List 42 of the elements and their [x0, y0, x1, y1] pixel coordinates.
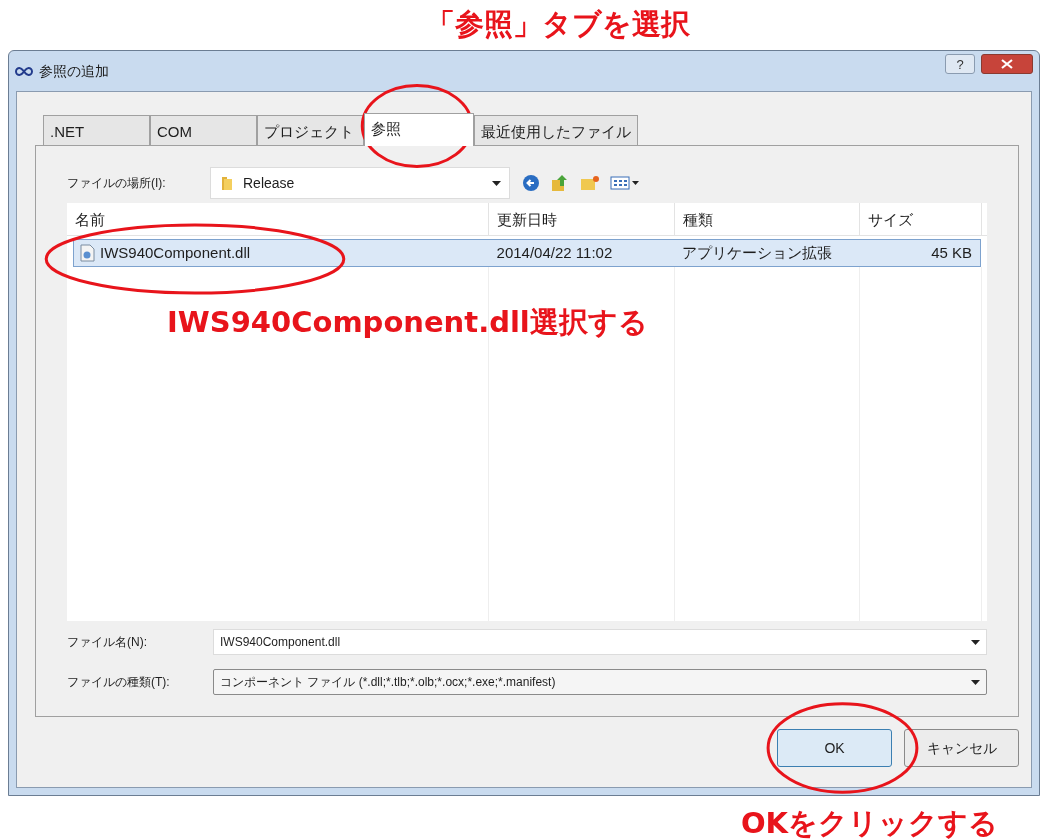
ok-button[interactable]: OK: [777, 729, 892, 767]
filetype-dropdown[interactable]: コンポーネント ファイル (*.dll;*.tlb;*.olb;*.ocx;*.exe;*.manifest): [213, 669, 987, 695]
field-label: ファイルの種類(T):: [67, 674, 171, 691]
annotation-text: 「参照」タブを選択: [426, 6, 690, 44]
field-label: ファイルの場所(I):: [67, 175, 167, 192]
column-header[interactable]: 名前: [67, 203, 489, 235]
tab[interactable]: 参照: [364, 113, 474, 146]
folder-icon: [219, 175, 235, 191]
close-icon: [1001, 59, 1013, 69]
column-header[interactable]: サイズ: [860, 203, 982, 235]
window-title: 参照の追加: [39, 61, 109, 81]
tab[interactable]: 最近使用したファイル: [474, 115, 638, 145]
close-button[interactable]: [981, 54, 1033, 74]
location-dropdown[interactable]: Release: [210, 167, 510, 199]
column-header[interactable]: 更新日時: [489, 203, 675, 235]
new-folder-icon[interactable]: [580, 175, 600, 191]
tab[interactable]: .NET: [43, 115, 150, 145]
back-icon[interactable]: [522, 174, 540, 192]
filename-field[interactable]: IWS940Component.dll: [213, 629, 987, 655]
annotation-text: IWS940Component.dll選択する: [167, 304, 648, 341]
dropdown-caret-icon[interactable]: [492, 180, 501, 186]
table-cell-text: 2014/04/22 11:02: [496, 242, 613, 263]
tab[interactable]: COM: [150, 115, 257, 145]
column-header[interactable]: 種類: [675, 203, 860, 235]
field-value: コンポーネント ファイル (*.dll;*.tlb;*.olb;*.ocx;*.exe;*.manifest): [220, 674, 557, 691]
location-value: Release: [243, 173, 296, 193]
cancel-button[interactable]: キャンセル: [904, 729, 1019, 767]
file-icon: [78, 244, 96, 262]
table-cell-text: 45 KB: [931, 242, 972, 263]
file-row[interactable]: IWS940Component.dll 2014/04/22 11:02 アプリケーション拡張 45 KB: [73, 239, 981, 267]
table-cell-text: IWS940Component.dll: [100, 242, 251, 263]
table-cell-text: アプリケーション拡張: [681, 242, 832, 263]
view-menu-icon[interactable]: [610, 176, 640, 190]
field-label: ファイル名(N):: [67, 634, 148, 651]
tab[interactable]: プロジェクト: [257, 115, 364, 145]
field-value: IWS940Component.dll: [220, 634, 342, 651]
dropdown-caret-icon[interactable]: [971, 679, 980, 685]
infinity-icon: [15, 66, 33, 76]
dropdown-caret-icon[interactable]: [971, 639, 980, 645]
up-folder-icon[interactable]: [550, 174, 570, 192]
help-button[interactable]: ?: [945, 54, 975, 74]
annotation-text: OKをクリックする: [740, 805, 998, 840]
